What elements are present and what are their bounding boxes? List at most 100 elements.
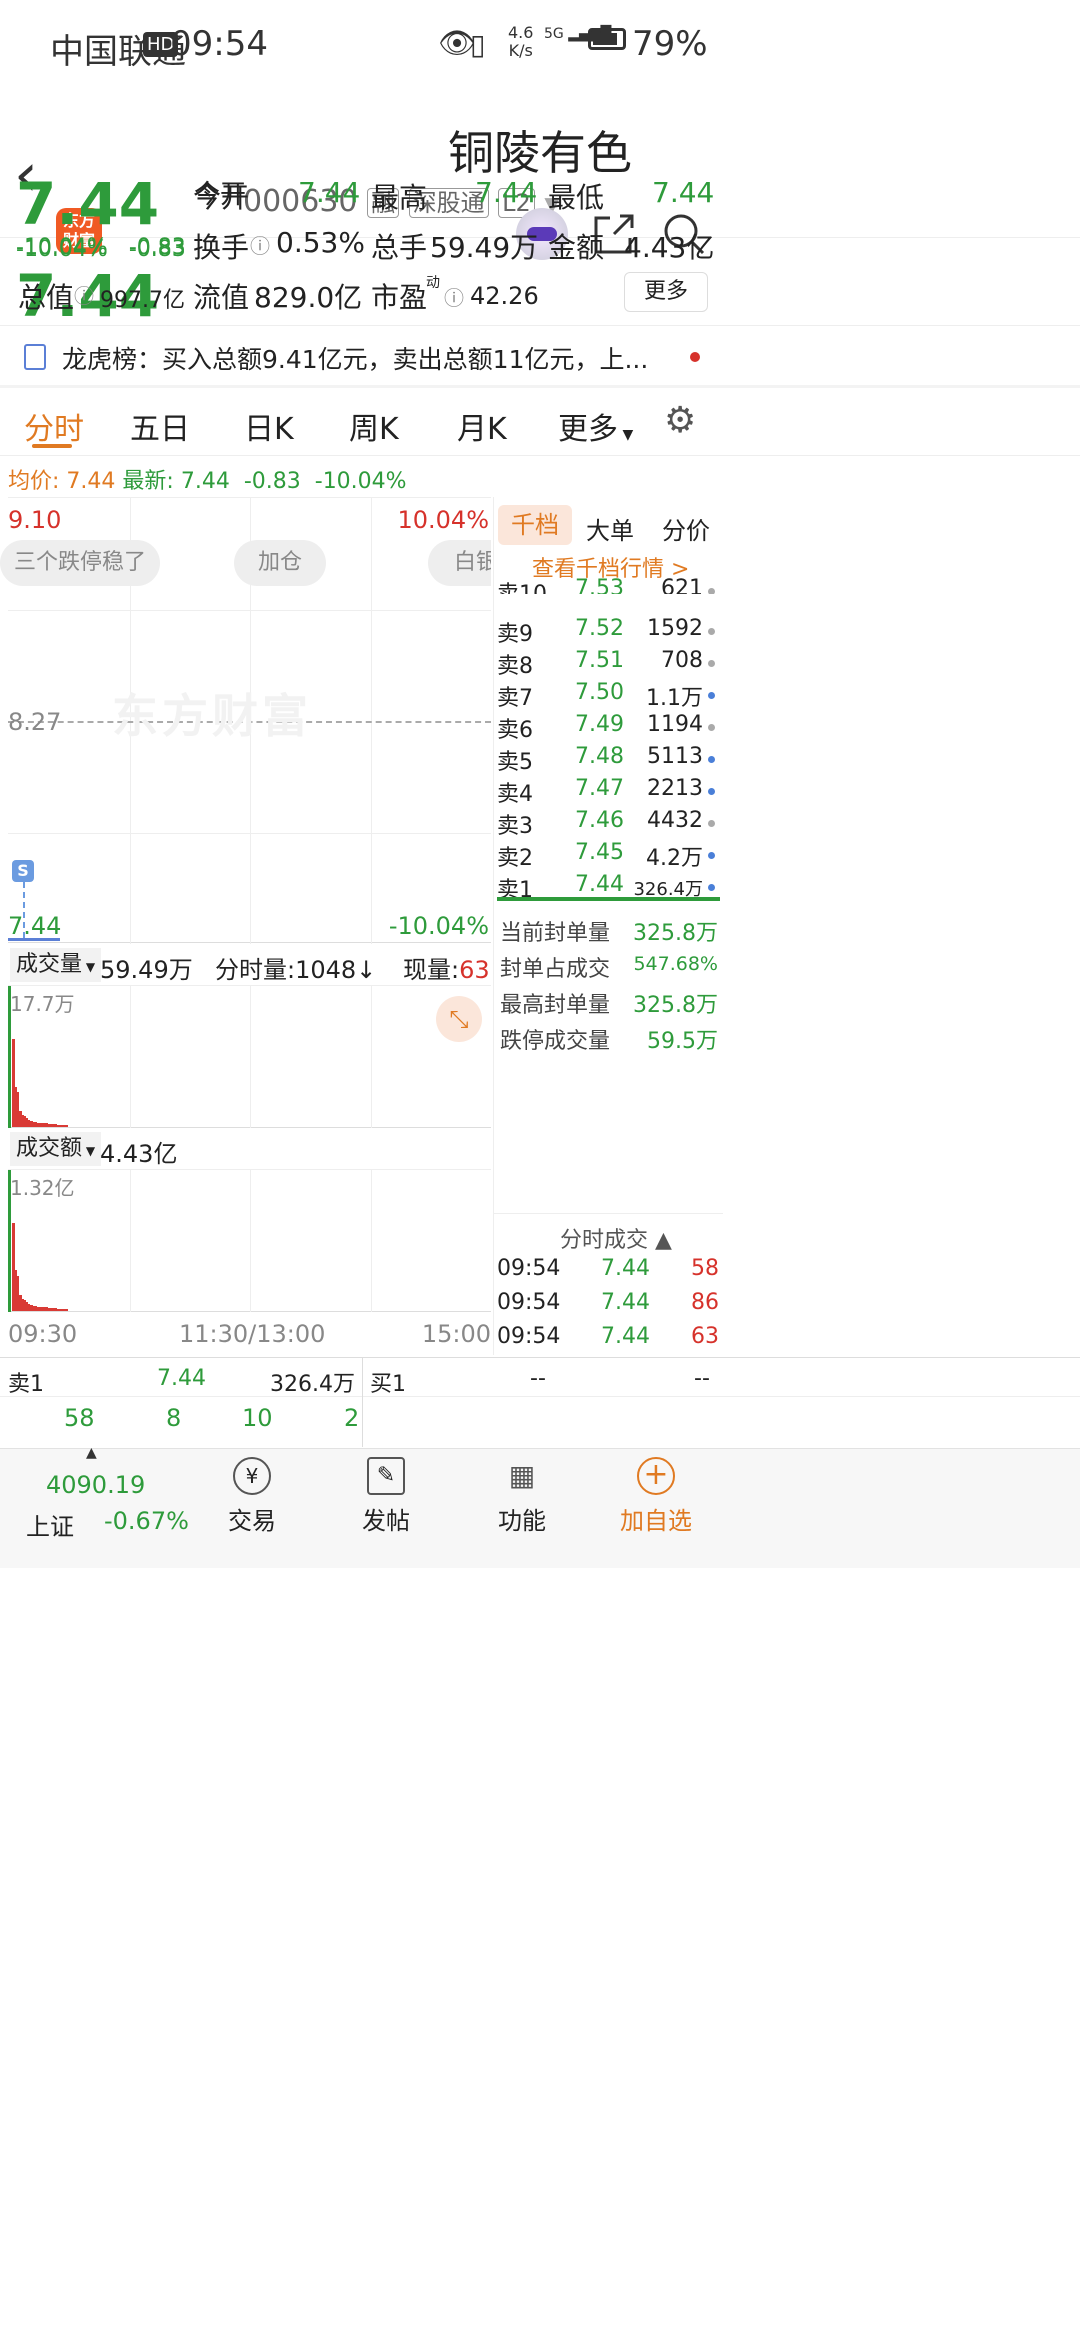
tab-price-dist[interactable]: 分价 — [662, 511, 710, 546]
index-value: 4090.19 — [46, 1471, 146, 1499]
high-value: 7.44 — [475, 176, 538, 209]
mktcap-value: 997.7亿 — [100, 288, 185, 313]
tab-big-order[interactable]: 大单 — [586, 511, 634, 546]
info-icon[interactable]: ⓘ — [74, 280, 94, 309]
stat-label: 最高封单量 — [500, 993, 611, 1018]
status-dot — [708, 628, 715, 635]
tab-5day[interactable]: 五日 — [130, 404, 190, 448]
grid-icon: ▦ — [508, 1459, 536, 1492]
row-volume: 4.2万 — [646, 846, 703, 871]
amount-chart[interactable]: 1.32亿 — [8, 1170, 491, 1312]
chip-3[interactable]: 白银 — [428, 540, 491, 586]
nav-function-label: 功能 — [498, 1507, 546, 1535]
tab-daily-k[interactable]: 日K — [244, 404, 294, 448]
nav-add-watchlist[interactable]: + 加自选 — [616, 1457, 696, 1536]
orderbook-row[interactable]: 卖9 7.52 1592 — [497, 616, 719, 648]
sell1-price: 7.44 — [157, 1366, 206, 1391]
nav-post[interactable]: ✎ 发帖 — [360, 1457, 412, 1536]
row-label: 卖6 — [497, 718, 533, 743]
plus-circle-icon: + — [637, 1457, 675, 1495]
stat-label: 封单占成交 — [500, 957, 611, 982]
tab-monthly-k[interactable]: 月K — [457, 404, 507, 448]
more-button[interactable]: 更多 — [624, 272, 708, 312]
row-volume: 1194 — [647, 712, 703, 737]
nav-function[interactable]: ▦ 功能 — [496, 1457, 548, 1536]
bottom-nav: ▲ 4090.19 上证 -0.67% ¥ 交易 ✎ 发帖 ▦ 功能 + 加自选 — [0, 1445, 1080, 1569]
orderbook-row[interactable]: 卖3 7.46 4432 — [497, 808, 719, 840]
row-volume: 4432 — [647, 808, 703, 833]
tab-intraday[interactable]: 分时 — [24, 404, 84, 448]
vibrate-icon: ▯ — [470, 28, 486, 61]
row-label: 卖5 — [497, 750, 533, 775]
nav-trade-label: 交易 — [228, 1507, 276, 1535]
stat-value: 325.8万 — [633, 993, 718, 1018]
orderbook-row[interactable]: 卖5 7.48 5113 — [497, 744, 719, 776]
unread-dot — [690, 352, 700, 362]
queue-item: 2 — [344, 1404, 360, 1432]
buy1-volume: -- — [694, 1366, 710, 1391]
row-price: 7.47 — [575, 776, 624, 801]
top-pct-label: 10.04% — [397, 506, 489, 534]
volume-value: 59.49万 — [430, 231, 539, 264]
status-dot — [708, 588, 715, 594]
low-value: 7.44 — [652, 176, 715, 209]
open-label-text: 今开 — [193, 181, 250, 214]
volume-selector[interactable]: 成交量 ▼ — [10, 948, 102, 982]
amount-bars — [12, 1169, 132, 1311]
orderbook-row[interactable]: 卖10 7.53 621 — [497, 576, 719, 594]
expand-icon[interactable]: ⤡ — [436, 996, 482, 1042]
volume-chart[interactable]: 17.7万 ⤡ — [8, 986, 491, 1128]
orderbook-row[interactable]: 卖8 7.51 708 — [497, 648, 719, 680]
stat-label: 当前封单量 — [500, 921, 611, 946]
seal-stat-row: 当前封单量 325.8万 — [500, 915, 718, 949]
amount-first-bar — [8, 1170, 11, 1312]
bottom-pct-label: -10.04% — [388, 912, 489, 940]
info-icon[interactable]: ⓘ — [250, 230, 270, 259]
chip-2[interactable]: 加仓 — [234, 540, 327, 586]
tab-weekly-k[interactable]: 周K — [349, 404, 399, 448]
tab-qiandang[interactable]: 千档 — [498, 505, 572, 545]
lhb-banner[interactable]: 龙虎榜：买入总额9.41亿元，卖出总额11亿元，上... — [0, 325, 1080, 385]
orderbook-row[interactable]: 卖2 7.45 4.2万 — [497, 840, 719, 872]
row-volume: 621 — [661, 576, 703, 594]
row-price: 7.52 — [575, 616, 624, 641]
lhb-text: 龙虎榜：买入总额9.41亿元，卖出总额11亿元，上... — [62, 345, 649, 374]
orderbook-row[interactable]: 卖4 7.47 2213 — [497, 776, 719, 808]
document-icon — [24, 344, 46, 370]
battery-icon — [588, 28, 626, 50]
stat-value: 547.68% — [633, 953, 718, 975]
queue-row: 58 8 10 2 — [0, 1400, 362, 1440]
status-dot — [708, 820, 715, 827]
price-chart[interactable]: 9.10 10.04% 8.27 7.44 -10.04% 东方财富 三个跌停稳… — [0, 497, 491, 944]
orderbook-row[interactable]: 卖7 7.50 1.1万 — [497, 680, 719, 712]
stat-value: 59.5万 — [647, 1029, 718, 1054]
amount-selector[interactable]: 成交额 ▼ — [10, 1132, 102, 1166]
trade-time: 09:54 — [497, 1290, 561, 1315]
low-label: 最低 — [548, 181, 605, 214]
seal-stat-row: 最高封单量 325.8万 — [500, 987, 718, 1021]
caret-up-icon: ▲ — [86, 1445, 97, 1461]
turnover-value: 0.53% — [276, 226, 365, 259]
bottom-price-label: 7.44 — [8, 912, 62, 940]
index-widget[interactable]: ▲ 4090.19 上证 -0.67% — [0, 1445, 200, 1569]
price-big: 7.44 — [16, 170, 160, 238]
orderbook-row[interactable]: 卖6 7.49 1194 — [497, 712, 719, 744]
yuan-icon: ¥ — [233, 1457, 271, 1495]
avg-latest-line: 均价: 7.44 最新: 7.44 -0.83 -10.04% — [8, 469, 407, 494]
chip-1[interactable]: 三个跌停稳了 — [0, 540, 161, 586]
row-volume: 1592 — [647, 616, 703, 641]
gear-icon[interactable]: ⚙ — [664, 400, 696, 441]
row-price: 7.51 — [575, 648, 624, 673]
info-icon[interactable]: ⓘ — [444, 282, 464, 311]
row-price: 7.50 — [575, 680, 624, 705]
time-mid: 11:30/13:00 — [179, 1320, 326, 1348]
queue-item: 58 — [64, 1404, 95, 1432]
row-price: 7.53 — [575, 576, 624, 594]
nav-trade[interactable]: ¥ 交易 — [226, 1457, 278, 1536]
row-label: 卖2 — [497, 846, 533, 871]
time-start: 09:30 — [8, 1320, 78, 1348]
sell-signal-icon[interactable]: S — [12, 860, 34, 882]
tab-more[interactable]: 更多 ▼ — [558, 404, 633, 448]
trades-title[interactable]: 分时成交 ▲ — [560, 1222, 672, 1254]
battery-level: 79% — [632, 24, 708, 64]
